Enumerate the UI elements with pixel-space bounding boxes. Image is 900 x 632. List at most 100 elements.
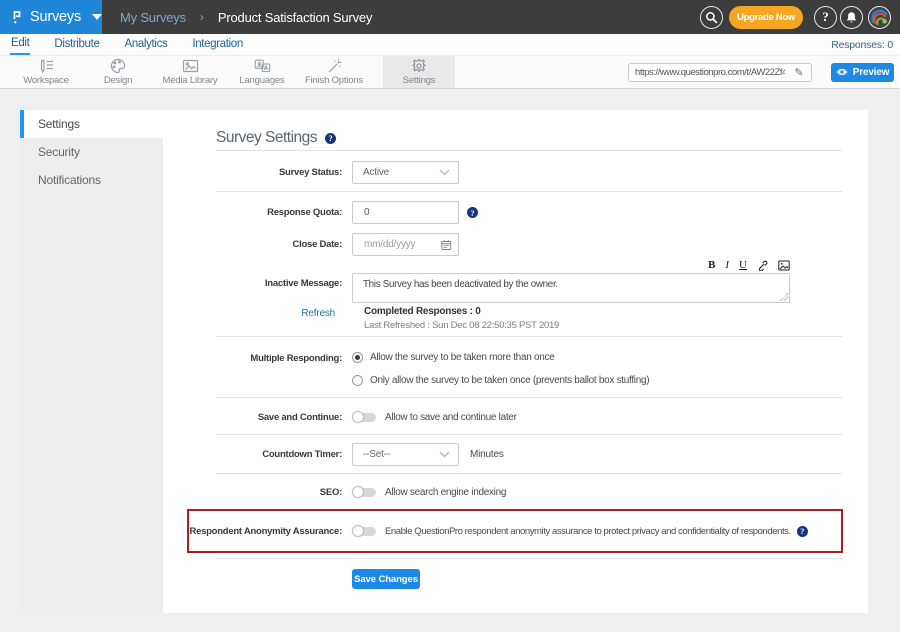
- toolbar-item-label: Settings: [403, 75, 436, 86]
- anonymity-highlight-box: Respondent Anonymity Assurance: Enable Q…: [163, 509, 868, 553]
- notifications-button[interactable]: [840, 6, 863, 29]
- page-title: Survey Settings: [216, 129, 317, 147]
- radio-taken-more-than-once[interactable]: [352, 352, 363, 363]
- response-quota-label: Response Quota:: [163, 207, 342, 218]
- brand-area[interactable]: Surveys: [0, 0, 102, 34]
- underline-button[interactable]: U: [739, 260, 747, 271]
- tab-analytics[interactable]: Analytics: [124, 35, 169, 54]
- response-quota-field: [352, 201, 459, 224]
- save-continue-toggle[interactable]: [352, 411, 376, 423]
- countdown-timer-label: Countdown Timer:: [163, 449, 342, 460]
- link-button[interactable]: [757, 260, 768, 271]
- anonymity-help-icon[interactable]: ?: [797, 526, 808, 537]
- edit-toolbar: Workspace Design Media Library: [0, 56, 900, 89]
- search-button[interactable]: [700, 6, 723, 29]
- breadcrumb-current: Product Satisfaction Survey: [218, 10, 372, 25]
- preview-label: Preview: [853, 67, 889, 78]
- survey-tab-bar: Edit Distribute Analytics Integration Re…: [0, 34, 900, 56]
- bold-button[interactable]: B: [708, 260, 715, 271]
- tab-edit[interactable]: Edit: [10, 34, 30, 55]
- search-icon: [705, 11, 718, 24]
- toolbar-item-label: Media Library: [163, 75, 218, 86]
- anonymity-text: Enable QuestionPro respondent anonymity …: [385, 526, 791, 537]
- toolbar-item-label: Finish Options: [305, 75, 363, 86]
- toolbar-item-settings[interactable]: Settings: [383, 56, 455, 88]
- survey-status-select[interactable]: Active: [352, 161, 459, 184]
- radio-option-label: Allow the survey to be taken more than o…: [370, 352, 554, 363]
- media-library-icon: [182, 58, 199, 74]
- preview-button[interactable]: Preview: [831, 63, 894, 82]
- image-button[interactable]: [778, 260, 790, 271]
- chevron-down-icon: [92, 14, 102, 20]
- toolbar-item-finish-options[interactable]: Finish Options: [298, 56, 370, 88]
- upgrade-now-button[interactable]: Upgrade Now: [729, 6, 803, 29]
- settings-gear-icon: [411, 58, 427, 74]
- avatar-image: [869, 7, 890, 28]
- workspace-icon: [38, 58, 55, 74]
- user-avatar[interactable]: [868, 6, 891, 29]
- help-button[interactable]: ?: [814, 6, 837, 29]
- toolbar-item-design[interactable]: Design: [82, 56, 154, 88]
- breadcrumb-parent[interactable]: My Surveys: [120, 10, 186, 25]
- chevron-down-icon: [439, 169, 450, 176]
- calendar-icon[interactable]: [441, 239, 452, 251]
- breadcrumb-separator: ›: [200, 10, 204, 24]
- save-continue-label: Save and Continue:: [163, 412, 342, 423]
- toolbar-item-label: Languages: [239, 75, 284, 86]
- brand-name: Surveys: [30, 9, 81, 25]
- completed-responses-text: Completed Responses : 0: [364, 306, 559, 317]
- anonymity-label: Respondent Anonymity Assurance:: [163, 526, 342, 537]
- toolbar-item-label: Workspace: [23, 75, 69, 86]
- settings-content: Survey Settings ? Survey Status: Active …: [163, 110, 868, 613]
- seo-toggle[interactable]: [352, 486, 376, 498]
- multiple-responding-label: Multiple Responding:: [163, 352, 342, 386]
- save-continue-text: Allow to save and continue later: [385, 412, 517, 423]
- last-refreshed-text: Last Refreshed : Sun Dec 08 22:50:35 PST…: [364, 320, 559, 331]
- chevron-down-icon: [439, 451, 450, 458]
- sidebar-item-security[interactable]: Security: [20, 138, 163, 166]
- tab-integration[interactable]: Integration: [191, 35, 244, 54]
- languages-icon: [254, 58, 271, 74]
- italic-button[interactable]: I: [725, 260, 729, 271]
- seo-text: Allow search engine indexing: [385, 487, 506, 498]
- top-bar: Surveys My Surveys › Product Satisfactio…: [0, 0, 900, 34]
- tab-distribute[interactable]: Distribute: [53, 35, 100, 54]
- resize-grip[interactable]: [780, 293, 788, 301]
- survey-status-value: Active: [363, 167, 439, 178]
- survey-status-label: Survey Status:: [163, 167, 342, 178]
- responses-count: Responses: 0: [831, 39, 900, 51]
- survey-url-input[interactable]: [629, 67, 787, 78]
- settings-card: Settings Security Notifications Survey S…: [20, 110, 868, 613]
- close-date-field: [352, 233, 459, 256]
- sidebar-item-notifications[interactable]: Notifications: [20, 166, 163, 194]
- settings-sidebar: Settings Security Notifications: [20, 110, 163, 613]
- inactive-message-textarea[interactable]: This Survey has been deactivated by the …: [352, 273, 790, 303]
- countdown-timer-select[interactable]: --Set--: [352, 443, 459, 466]
- link-icon: [757, 260, 768, 271]
- toolbar-item-workspace[interactable]: Workspace: [10, 56, 82, 88]
- refresh-link[interactable]: Refresh: [163, 306, 342, 331]
- image-icon: [778, 260, 790, 271]
- countdown-minutes-text: Minutes: [470, 449, 504, 460]
- finish-options-icon: [327, 58, 342, 74]
- bell-icon: [845, 11, 858, 24]
- anonymity-toggle[interactable]: [352, 525, 376, 537]
- sidebar-item-settings[interactable]: Settings: [20, 110, 163, 138]
- seo-label: SEO:: [163, 487, 342, 498]
- inactive-message-text: This Survey has been deactivated by the …: [363, 279, 558, 290]
- eye-icon: [836, 68, 848, 76]
- save-changes-button[interactable]: Save Changes: [352, 569, 420, 589]
- toolbar-item-languages[interactable]: Languages: [226, 56, 298, 88]
- radio-option-label: Only allow the survey to be taken once (…: [370, 375, 649, 386]
- title-help-icon[interactable]: ?: [325, 133, 336, 144]
- design-icon: [110, 58, 126, 74]
- close-date-input[interactable]: [364, 239, 441, 250]
- response-quota-help-icon[interactable]: ?: [467, 207, 478, 218]
- response-quota-input[interactable]: [364, 207, 450, 218]
- breadcrumb: My Surveys › Product Satisfaction Survey: [120, 10, 372, 25]
- toolbar-item-media-library[interactable]: Media Library: [154, 56, 226, 88]
- radio-taken-once[interactable]: [352, 375, 363, 386]
- toolbar-item-label: Design: [104, 75, 132, 86]
- edit-url-icon[interactable]: ✎: [787, 66, 811, 79]
- close-date-label: Close Date:: [163, 239, 342, 250]
